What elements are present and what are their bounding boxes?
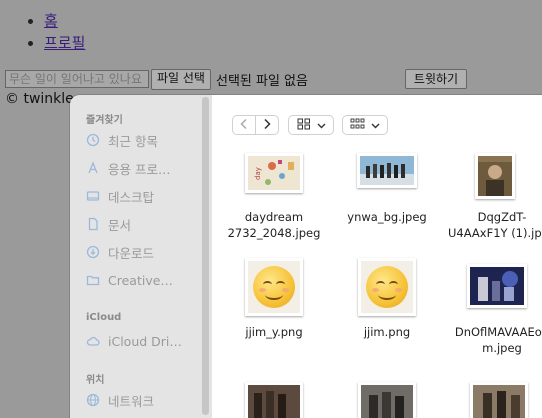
- file-name-line: DqgZdT-: [477, 210, 527, 224]
- grid-icon: [297, 118, 311, 133]
- desktop-icon: [86, 189, 100, 203]
- sidebar-heading-icloud: iCloud: [86, 312, 122, 323]
- sidebar-item-label: 데스크탑: [108, 189, 155, 205]
- emoji-face: [366, 266, 408, 308]
- emoji-face: [253, 266, 295, 308]
- smiling-face-image: [361, 261, 413, 313]
- sidebar-item-label: 다운로드: [108, 245, 155, 261]
- emoji-eye: [276, 281, 285, 288]
- smiling-face-image: [248, 261, 300, 313]
- folder-icon: [86, 273, 100, 287]
- file-thumbnail-row3-2[interactable]: [358, 382, 416, 418]
- chevron-right-icon: [262, 118, 272, 133]
- sidebar-item-applications[interactable]: 응용 프로…: [86, 157, 170, 179]
- picker-toolbar: [212, 95, 542, 153]
- sidebar-item-label: 네트워크: [108, 393, 155, 409]
- icon-view-button[interactable]: [288, 115, 334, 135]
- sidebar-item-label: Creative…: [108, 272, 173, 288]
- applications-icon: [86, 161, 100, 175]
- sidebar-heading-locations: 위치: [86, 375, 105, 386]
- file-thumbnail-row3-3[interactable]: [470, 382, 528, 418]
- file-picker-dialog: 즐겨찾기 최근 항목 응용 프로… 데스크탑 문서 다운로드 Creative……: [70, 95, 542, 418]
- nav-item-profile: 프로필: [44, 32, 85, 54]
- sidebar-item-desktop[interactable]: 데스크탑: [86, 185, 154, 207]
- document-icon: [86, 217, 100, 231]
- file-name-line: m.jpeg: [482, 341, 522, 355]
- file-name[interactable]: DnOflMAVAAEou m.jpeg: [442, 324, 542, 356]
- tweet-compose-form: 파일 선택 선택된 파일 없음: [5, 68, 308, 90]
- tweet-input[interactable]: [5, 70, 149, 88]
- emoji-mouth: [265, 289, 283, 300]
- emoji-blush: [395, 288, 402, 292]
- picker-content: day daydream 2732_2048.jpeg ynwa_bg.jpeg …: [212, 95, 542, 418]
- sidebar-item-label: 응용 프로…: [108, 161, 171, 177]
- file-name[interactable]: ynwa_bg.jpeg: [332, 209, 442, 225]
- emoji-eye: [376, 281, 385, 288]
- file-name[interactable]: DqgZdT- U4AAxF1Y (1).jpeg: [442, 209, 542, 241]
- back-button[interactable]: [232, 115, 256, 135]
- profile-link[interactable]: 프로필: [44, 34, 85, 52]
- emoji-blush: [282, 288, 289, 292]
- sidebar-heading-favorites: 즐겨찾기: [86, 115, 123, 126]
- sidebar-item-downloads[interactable]: 다운로드: [86, 241, 154, 263]
- sidebar-scrollbar[interactable]: [202, 97, 209, 415]
- clock-icon: [86, 133, 100, 147]
- file-thumbnail-jjim-y[interactable]: [245, 258, 303, 316]
- picker-sidebar: 즐겨찾기 최근 항목 응용 프로… 데스크탑 문서 다운로드 Creative……: [70, 95, 212, 418]
- file-thumbnail-dqgzdt[interactable]: [475, 153, 515, 199]
- file-status-text: 선택된 파일 없음: [215, 73, 308, 89]
- home-link[interactable]: 홈: [44, 12, 58, 30]
- file-thumbnail-ynwa[interactable]: [357, 153, 417, 188]
- file-thumbnail-daydream[interactable]: day: [245, 153, 303, 193]
- sidebar-item-icloud-drive[interactable]: iCloud Dri…: [86, 330, 182, 352]
- main-nav: 홈 프로필: [28, 10, 85, 54]
- file-thumbnail-row3-1[interactable]: [245, 382, 303, 418]
- chevron-down-icon: [371, 118, 380, 132]
- emoji-eye: [389, 281, 398, 288]
- file-thumbnail-dnofl[interactable]: [467, 264, 527, 308]
- sidebar-item-recents[interactable]: 최근 항목: [86, 129, 158, 151]
- group-view-button[interactable]: [342, 115, 388, 135]
- file-name-line: DnOflMAVAAEou: [454, 325, 542, 339]
- chevron-down-icon: [317, 118, 326, 132]
- chevron-left-icon: [239, 118, 249, 133]
- forward-button[interactable]: [255, 115, 279, 135]
- download-icon: [86, 245, 100, 259]
- file-name[interactable]: jjim.png: [332, 324, 442, 340]
- emoji-eye: [263, 281, 272, 288]
- sidebar-item-creative-cloud[interactable]: Creative…: [86, 269, 173, 291]
- sidebar-item-network[interactable]: 네트워크: [86, 389, 154, 411]
- file-name-line: 2732_2048.jpeg: [227, 226, 321, 240]
- globe-icon: [86, 393, 100, 407]
- file-name-line: U4AAxF1Y (1).jpeg: [447, 226, 542, 240]
- file-name-line: daydream: [244, 210, 304, 224]
- group-grid-icon: [350, 118, 365, 133]
- file-thumbnail-jjim[interactable]: [358, 258, 416, 316]
- file-name[interactable]: daydream 2732_2048.jpeg: [219, 209, 329, 241]
- svg-text:day: day: [254, 167, 262, 180]
- tweet-button[interactable]: 트윗하기: [405, 69, 467, 89]
- sidebar-item-documents[interactable]: 문서: [86, 213, 131, 235]
- cloud-icon: [86, 334, 100, 348]
- sidebar-item-label: 최근 항목: [108, 133, 158, 149]
- footer-copyright: © twinkle: [5, 91, 74, 107]
- sidebar-item-label: 문서: [108, 217, 132, 233]
- file-name[interactable]: jjim_y.png: [219, 324, 329, 340]
- sidebar-item-label: iCloud Dri…: [108, 333, 182, 349]
- nav-item-home: 홈: [44, 10, 85, 32]
- emoji-mouth: [378, 289, 396, 300]
- file-choose-button[interactable]: 파일 선택: [151, 68, 211, 90]
